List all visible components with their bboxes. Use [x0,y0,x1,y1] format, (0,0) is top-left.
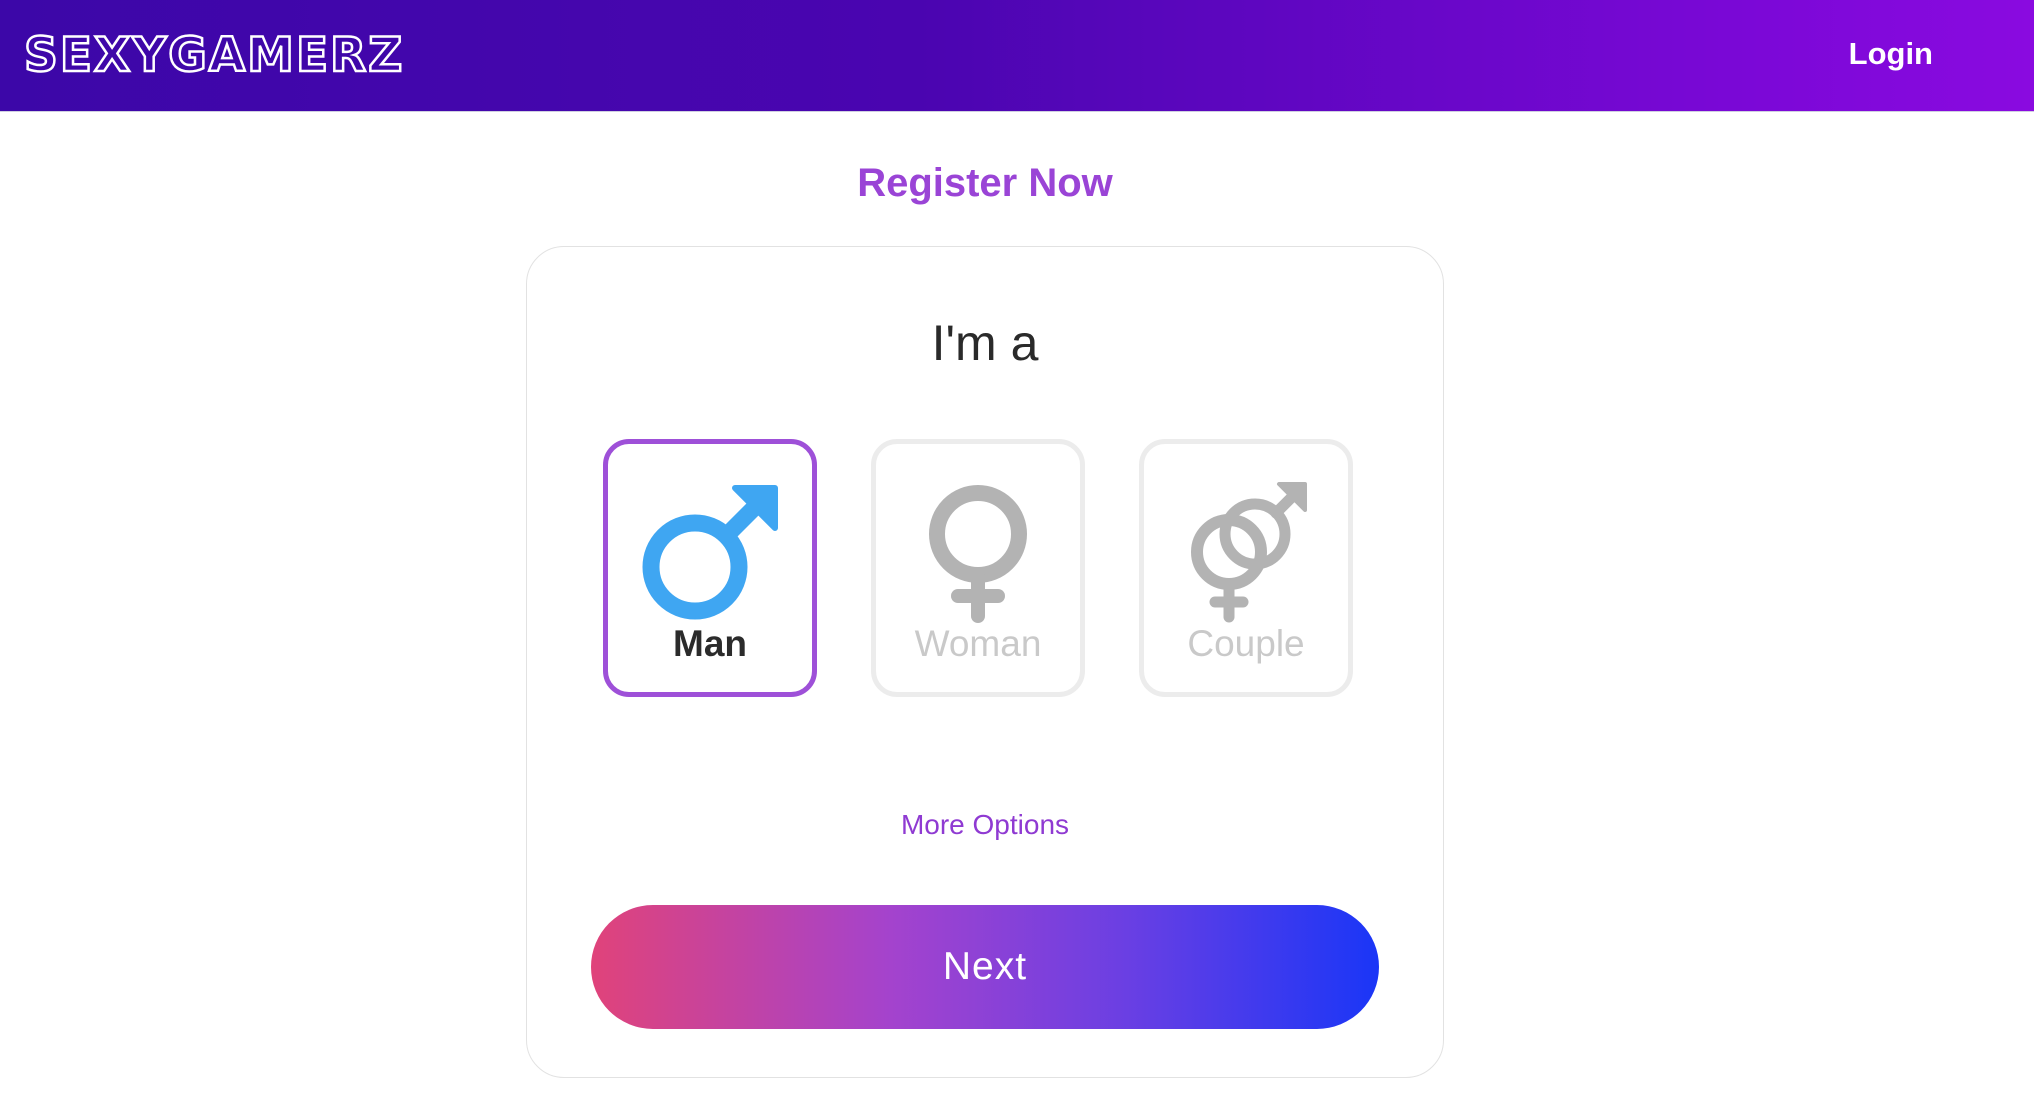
option-man[interactable]: Man [603,439,817,697]
option-couple[interactable]: Couple [1139,439,1353,697]
next-button[interactable]: Next [591,905,1379,1029]
registration-card: I'm a Man Woman Couple More Options Next [526,246,1444,1078]
more-options-link[interactable]: More Options [527,807,1443,843]
option-woman[interactable]: Woman [871,439,1085,697]
page-title: Register Now [857,161,1113,205]
couple-symbol-icon [1191,482,1307,623]
option-couple-label: Couple [1187,623,1305,664]
option-man-label: Man [673,623,747,664]
gender-prompt: I'm a [931,315,1039,371]
login-link[interactable]: Login [1849,34,1933,74]
female-symbol-icon [929,485,1027,623]
option-woman-label: Woman [914,623,1042,664]
top-nav-bar: SEXYGAMERZ Login [0,0,2034,112]
male-symbol-icon [642,485,778,620]
site-logo[interactable]: SEXYGAMERZ [23,27,404,85]
